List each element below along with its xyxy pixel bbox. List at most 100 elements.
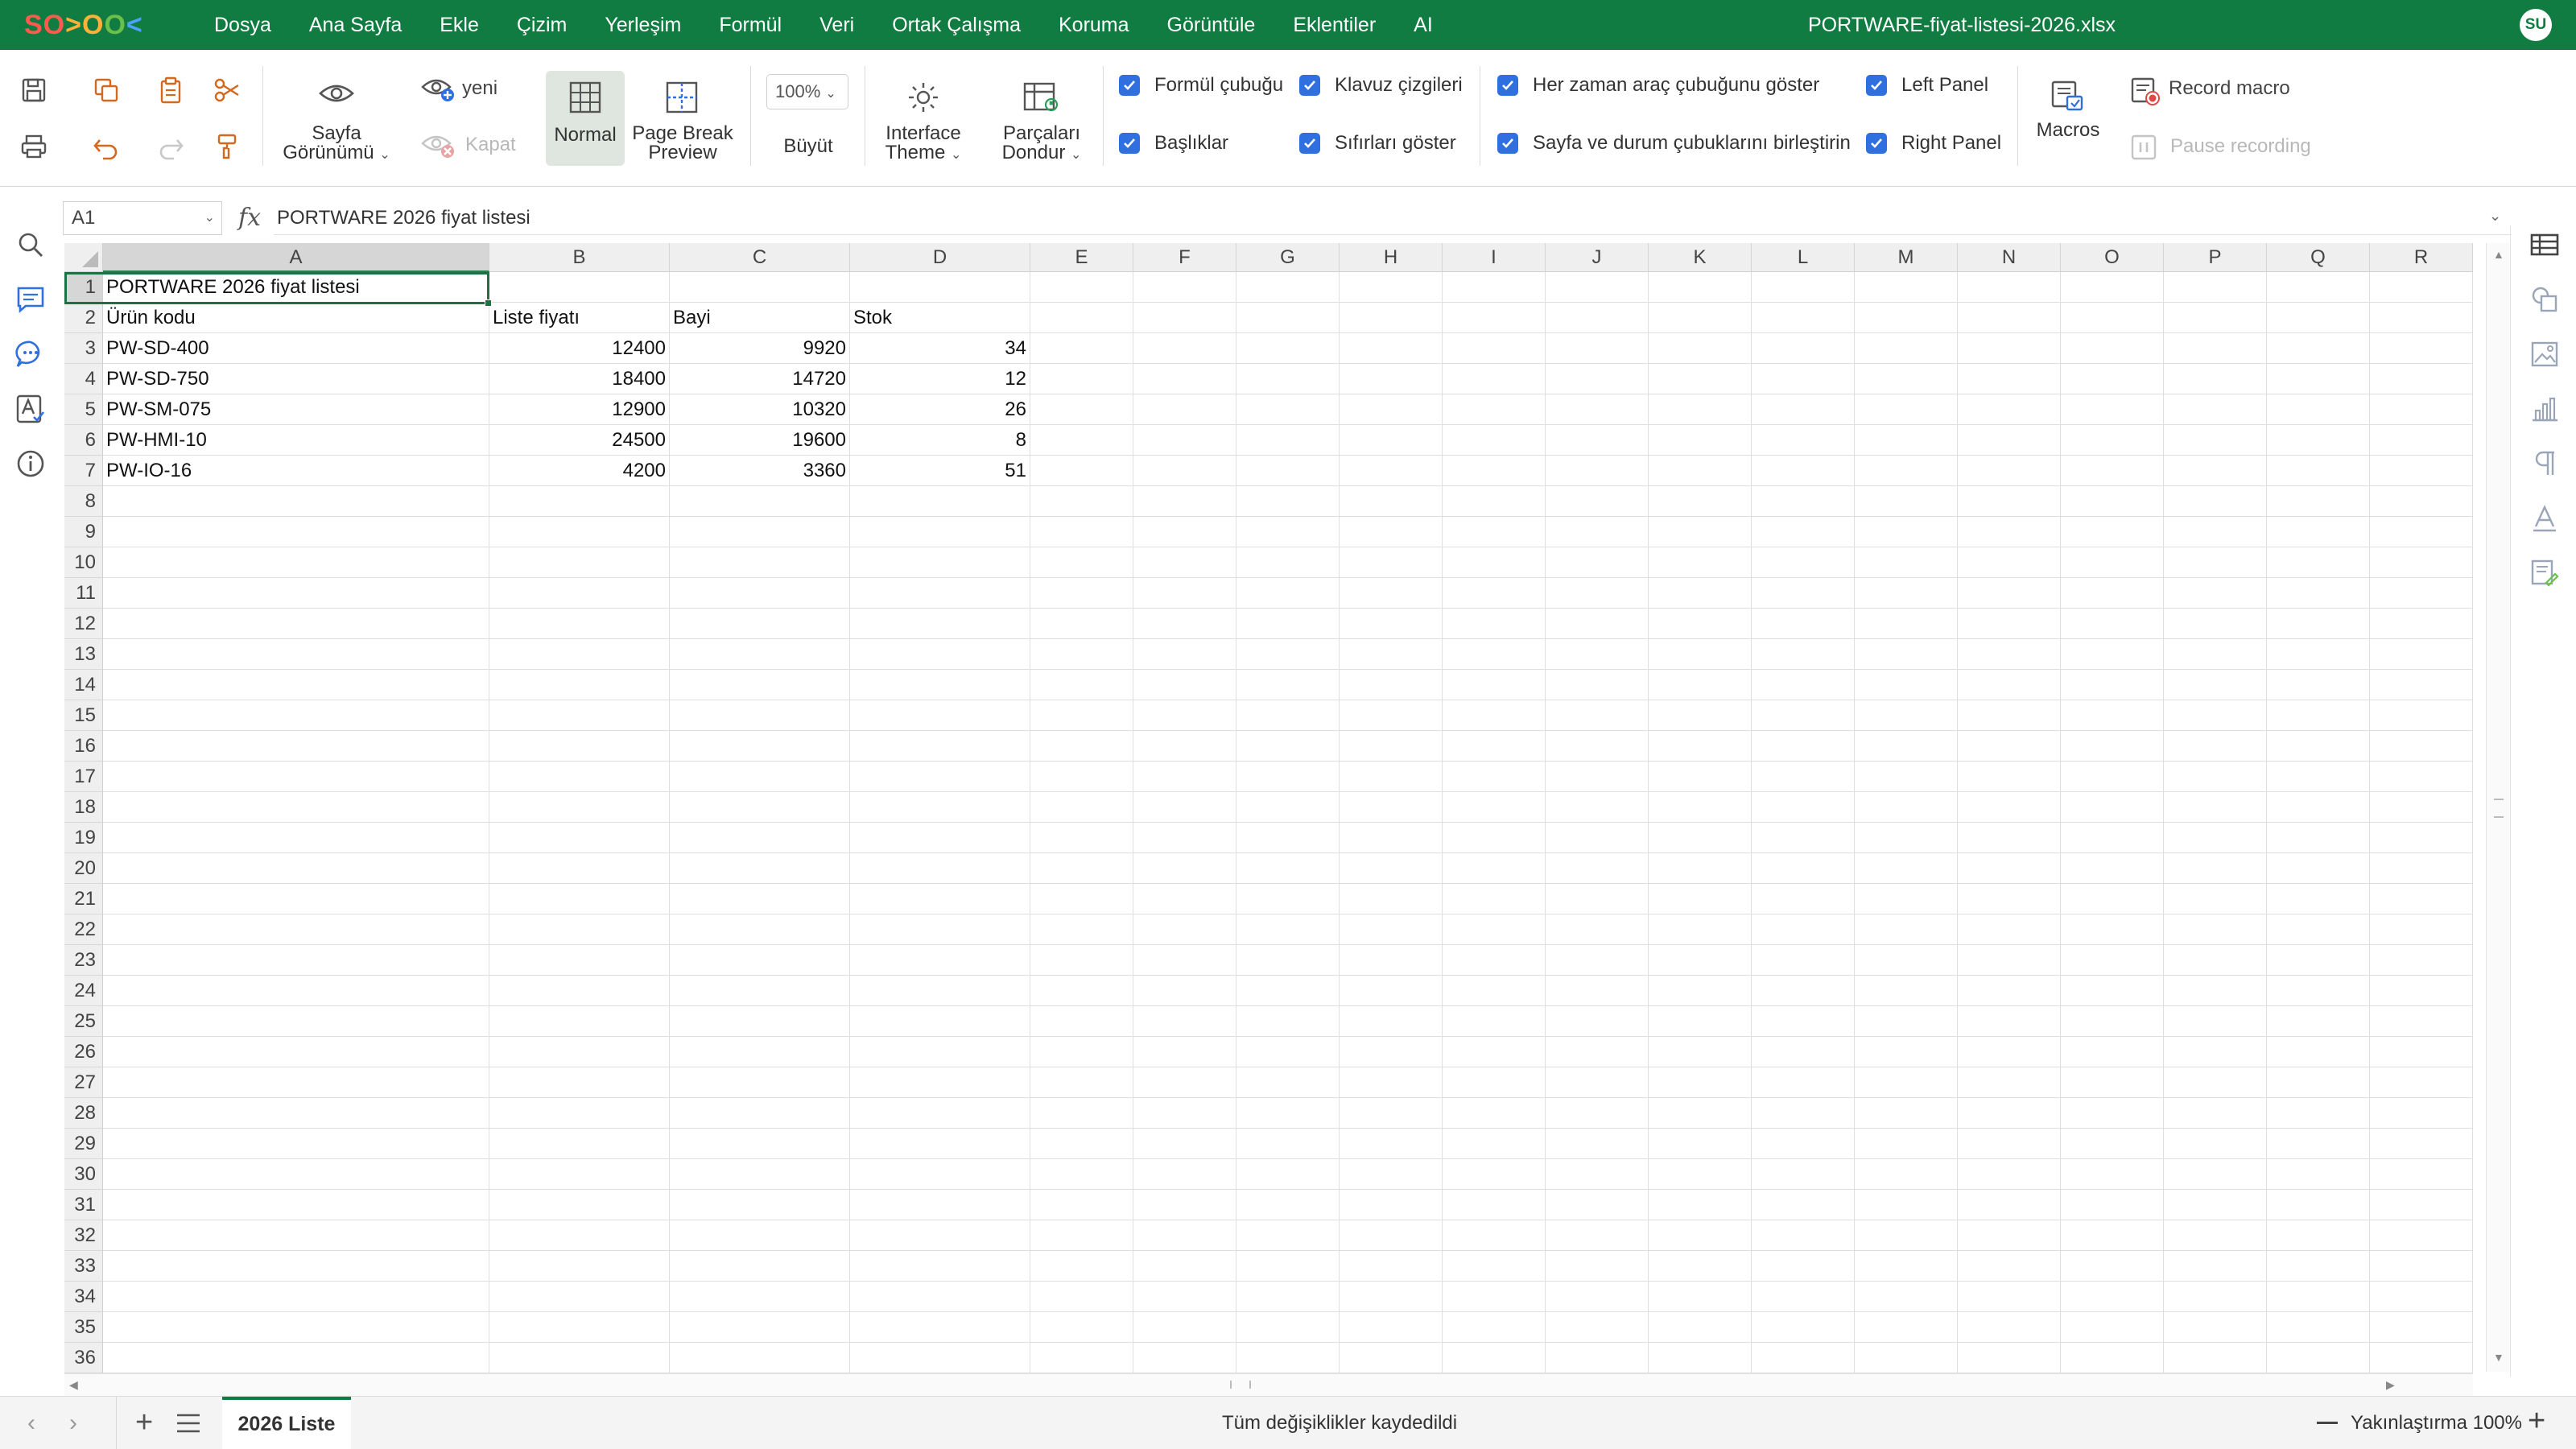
column-header-q[interactable]: Q [2267,243,2370,272]
column-header-r[interactable]: R [2370,243,2473,272]
headings-toggle[interactable]: Başlıklar [1119,132,1228,155]
text-art-settings-icon[interactable] [2529,502,2561,535]
formula-input[interactable] [274,201,2512,235]
scroll-up-icon[interactable]: ▲ [2493,248,2504,261]
cell-settings-icon[interactable] [2529,229,2561,261]
pause-recording-icon[interactable] [2130,134,2157,161]
row-header[interactable]: 9 [64,517,103,547]
row-header[interactable]: 18 [64,792,103,823]
cell-c2[interactable]: Bayi [670,303,849,332]
menu-item-home[interactable]: Ana Sayfa [309,14,402,37]
menu-item-layout[interactable]: Yerleşim [605,14,681,37]
eye-icon[interactable] [317,79,356,108]
cell-b5[interactable]: 12900 [489,394,669,424]
user-avatar[interactable]: SU [2520,9,2552,41]
column-header-p[interactable]: P [2164,243,2267,272]
column-header-c[interactable]: C [670,243,850,272]
left-panel-toggle[interactable]: Left Panel [1866,74,1988,97]
menu-item-insert[interactable]: Ekle [440,14,479,37]
row-header[interactable]: 22 [64,914,103,945]
next-sheet-icon[interactable]: › [69,1410,77,1437]
column-header-l[interactable]: L [1752,243,1855,272]
new-view-icon[interactable] [420,74,456,103]
name-box[interactable]: A1 ⌄ [63,201,222,235]
cell-c6[interactable]: 19600 [670,425,849,455]
pause-recording-button[interactable]: Pause recording [2170,135,2311,158]
row-header[interactable]: 19 [64,823,103,853]
row-header[interactable]: 13 [64,639,103,670]
row-header[interactable]: 2 [64,303,103,333]
menu-item-draw[interactable]: Çizim [517,14,568,37]
row-header[interactable]: 24 [64,976,103,1006]
column-header-f[interactable]: F [1133,243,1236,272]
scroll-right-icon[interactable]: ▶ [2386,1378,2395,1392]
column-header-j[interactable]: J [1546,243,1649,272]
row-header[interactable]: 14 [64,670,103,700]
paragraph-settings-icon[interactable] [2529,448,2561,480]
cell-b3[interactable]: 12400 [489,333,669,363]
formula-bar-toggle[interactable]: Formül çubuğu [1119,74,1283,97]
always-show-toolbar-toggle[interactable]: Her zaman araç çubuğunu göster [1497,74,1819,97]
select-all-corner[interactable] [64,243,103,272]
save-icon[interactable] [19,76,48,105]
zoom-in-icon[interactable]: + [2528,1403,2545,1439]
chevron-down-icon[interactable]: ⌄ [204,202,215,234]
menu-item-file[interactable]: Dosya [214,14,271,37]
row-header[interactable]: 27 [64,1067,103,1098]
row-header[interactable]: 34 [64,1282,103,1312]
menu-item-data[interactable]: Veri [819,14,854,37]
spellcheck-icon[interactable] [14,393,47,425]
cell-b4[interactable]: 18400 [489,364,669,394]
undo-icon[interactable] [92,132,121,161]
gridlines-toggle[interactable]: Klavuz çizgileri [1299,74,1463,97]
row-header[interactable]: 20 [64,853,103,884]
cell-d6[interactable]: 8 [850,425,1030,455]
column-header-e[interactable]: E [1030,243,1133,272]
row-header[interactable]: 15 [64,700,103,731]
row-header[interactable]: 32 [64,1220,103,1251]
cell-a4[interactable]: PW-SD-750 [103,364,489,394]
macros-button[interactable]: Macros [2025,121,2111,140]
row-header[interactable]: 8 [64,486,103,517]
row-header[interactable]: 4 [64,364,103,394]
vertical-scrollbar[interactable]: ▲ ▼ [2486,243,2510,1372]
cell-d2[interactable]: Stok [850,303,1030,332]
row-header[interactable]: 1 [64,272,103,303]
row-header[interactable]: 3 [64,333,103,364]
image-settings-icon[interactable] [2529,338,2561,370]
column-header-a[interactable]: A [103,243,489,272]
scroll-thumb-grip[interactable] [2494,799,2504,818]
row-header[interactable]: 12 [64,609,103,639]
cell-c5[interactable]: 10320 [670,394,849,424]
expand-formula-icon[interactable]: ⌄ [2489,208,2501,225]
scroll-down-icon[interactable]: ▼ [2493,1351,2504,1364]
search-icon[interactable] [14,229,47,261]
row-header[interactable]: 36 [64,1343,103,1373]
signature-settings-icon[interactable] [2529,557,2561,589]
column-header-i[interactable]: I [1443,243,1546,272]
cell-c3[interactable]: 9920 [670,333,849,363]
cell-c4[interactable]: 14720 [670,364,849,394]
sheet-view-button[interactable]: Sayfa Görünümü ⌄ [272,124,401,165]
page-break-icon[interactable] [665,80,699,114]
column-header-m[interactable]: M [1855,243,1958,272]
column-header-n[interactable]: N [1958,243,2061,272]
row-header[interactable]: 10 [64,547,103,578]
comments-icon[interactable] [14,283,47,316]
macros-icon[interactable] [2050,77,2087,114]
column-header-k[interactable]: K [1649,243,1752,272]
menu-item-protection[interactable]: Koruma [1059,14,1129,37]
cell-a6[interactable]: PW-HMI-10 [103,425,489,455]
normal-view-button[interactable]: Normal [546,71,625,166]
info-icon[interactable] [14,448,47,480]
cut-icon[interactable] [213,76,242,105]
row-header[interactable]: 23 [64,945,103,976]
cell-a7[interactable]: PW-IO-16 [103,456,489,485]
cell-d3[interactable]: 34 [850,333,1030,363]
function-icon[interactable]: fx [238,201,261,235]
close-view-icon[interactable] [420,130,456,159]
row-header[interactable]: 6 [64,425,103,456]
row-header[interactable]: 5 [64,394,103,425]
zoom-in-button[interactable]: Büyüt [766,137,850,156]
row-header[interactable]: 26 [64,1037,103,1067]
